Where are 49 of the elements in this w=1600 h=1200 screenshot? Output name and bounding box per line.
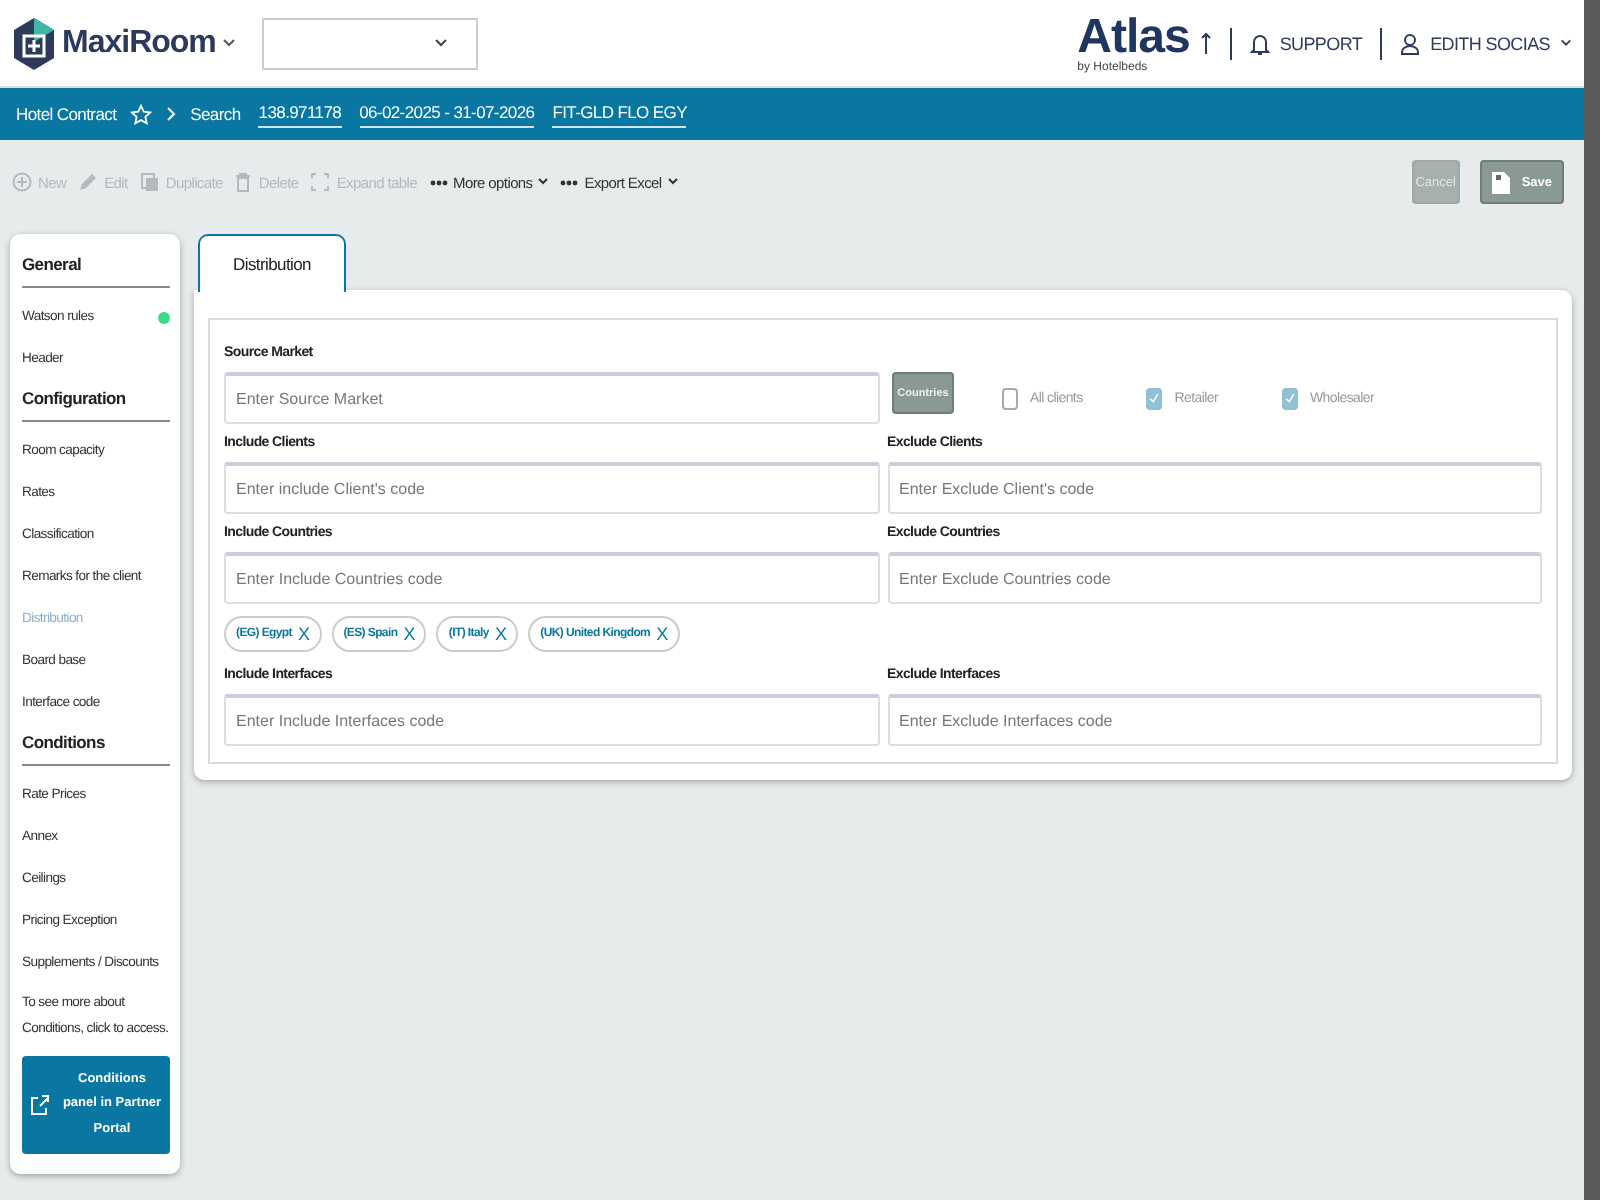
remove-tag-button[interactable]: X — [403, 624, 415, 644]
caret-icon — [667, 178, 678, 186]
caret-icon[interactable] — [1560, 38, 1572, 48]
input-field[interactable]: Enter Exclude Interfaces code — [887, 694, 1542, 746]
pencil-icon — [78, 172, 99, 192]
bell-icon[interactable] — [1249, 31, 1270, 55]
checkbox[interactable] — [1146, 387, 1163, 409]
breadcrumb-link[interactable]: FIT-GLD FLO EGY — [552, 101, 687, 127]
breadcrumb-link[interactable]: 06-02-2025 - 31-07-2026 — [359, 101, 535, 127]
input-field[interactable]: Enter Source Market — [224, 372, 880, 424]
dots-icon — [429, 179, 447, 185]
caret-icon — [433, 38, 448, 48]
page-title: Hotel Contract — [16, 104, 117, 124]
external-link-icon — [30, 1093, 50, 1116]
checkbox[interactable] — [1282, 387, 1298, 409]
remove-tag-button[interactable]: X — [494, 624, 507, 644]
input-field[interactable]: Enter Exclude Countries code — [887, 552, 1542, 604]
section-heading: General — [22, 246, 170, 288]
user-menu[interactable]: EDITH SOCIAS — [1430, 33, 1550, 53]
support-link[interactable]: SUPPORT — [1279, 33, 1363, 53]
star-icon[interactable] — [130, 103, 153, 125]
input-field[interactable]: Enter Include Interfaces code — [224, 694, 879, 746]
user-icon[interactable] — [1400, 31, 1421, 55]
caret-icon[interactable] — [221, 38, 236, 48]
dots-icon — [560, 179, 579, 185]
section-heading: Configuration — [22, 380, 170, 422]
input-field[interactable]: Enter include Client's code — [224, 462, 879, 514]
chevron-icon — [166, 106, 177, 122]
checkbox[interactable] — [1002, 387, 1018, 409]
brand-logo: Atlas — [1077, 13, 1190, 61]
input-field[interactable]: Enter Include Countries code — [224, 552, 879, 604]
plus-icon — [12, 172, 32, 192]
caret-icon — [538, 178, 549, 186]
copy-icon — [139, 172, 160, 192]
app-name[interactable]: MaxiRoom — [62, 25, 216, 61]
remove-tag-button[interactable]: X — [298, 624, 310, 644]
breadcrumb-link[interactable]: 138.971178 — [258, 101, 342, 127]
scrollbar[interactable] — [1584, 0, 1600, 1200]
dropdown-field[interactable] — [261, 17, 478, 69]
tab[interactable]: Distribution — [198, 234, 346, 292]
remove-tag-button[interactable]: X — [656, 624, 668, 644]
document-icon — [1491, 171, 1510, 193]
upload-arrow-icon[interactable] — [1199, 31, 1212, 55]
input-field[interactable]: Enter Exclude Client's code — [887, 462, 1542, 514]
trash-icon — [234, 172, 253, 192]
section-heading: Conditions — [22, 724, 170, 766]
breadcrumb-link[interactable]: Search — [190, 104, 241, 124]
expand-icon — [310, 172, 331, 192]
logo-icon — [12, 15, 56, 71]
